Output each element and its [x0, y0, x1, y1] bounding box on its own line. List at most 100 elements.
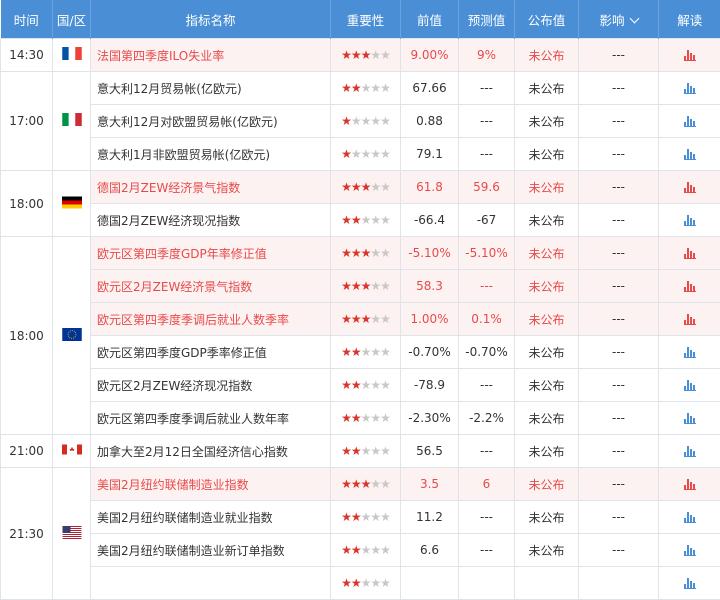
bar-chart-icon[interactable]: [684, 347, 696, 358]
forecast-value: -5.10%: [459, 237, 515, 270]
indicator-name[interactable]: 法国第四季度ILO失业率: [91, 39, 331, 72]
bar-chart-icon[interactable]: [684, 215, 696, 226]
analysis-cell[interactable]: [659, 204, 720, 237]
analysis-cell[interactable]: [659, 72, 720, 105]
analysis-cell[interactable]: [659, 237, 720, 270]
analysis-cell[interactable]: [659, 303, 720, 336]
previous-value: 3.5: [401, 468, 459, 501]
indicator-name[interactable]: 欧元区第四季度季调后就业人数年率: [91, 402, 331, 435]
bar-chart-icon[interactable]: [684, 578, 696, 589]
bar-chart-icon[interactable]: [684, 281, 696, 292]
previous-value: 11.2: [401, 501, 459, 534]
published-value: 未公布: [515, 336, 579, 369]
analysis-cell[interactable]: [659, 369, 720, 402]
analysis-cell[interactable]: [659, 402, 720, 435]
chevron-down-icon[interactable]: [629, 13, 639, 23]
star-icon: ★: [380, 411, 390, 425]
star-icon: ★: [341, 543, 351, 557]
analysis-cell[interactable]: [659, 39, 720, 72]
indicator-name[interactable]: 欧元区2月ZEW经济现况指数: [91, 369, 331, 402]
bar-chart-icon[interactable]: [684, 380, 696, 391]
indicator-name[interactable]: 美国2月纽约联储制造业就业指数: [91, 501, 331, 534]
bar-chart-icon[interactable]: [684, 182, 696, 193]
table-row[interactable]: 欧元区第四季度季调后就业人数年率★★★★★-2.30%-2.2%未公布---: [1, 402, 720, 435]
star-icon: ★: [380, 246, 390, 260]
indicator-name[interactable]: 意大利1月非欧盟贸易帐(亿欧元): [91, 138, 331, 171]
table-row[interactable]: 21:30美国2月纽约联储制造业指数★★★★★3.56未公布---: [1, 468, 720, 501]
event-time: 18:00: [1, 171, 53, 237]
bar-chart-icon[interactable]: [684, 512, 696, 523]
table-row[interactable]: 17:00意大利12月贸易帐(亿欧元)★★★★★67.66---未公布---: [1, 72, 720, 105]
star-icon: ★: [351, 81, 361, 95]
published-value: 未公布: [515, 105, 579, 138]
analysis-cell[interactable]: [659, 105, 720, 138]
bar-chart-icon[interactable]: [684, 50, 696, 61]
indicator-name[interactable]: 美国2月纽约联储制造业新订单指数: [91, 534, 331, 567]
indicator-name[interactable]: 欧元区2月ZEW经济景气指数: [91, 270, 331, 303]
indicator-name[interactable]: 意大利12月贸易帐(亿欧元): [91, 72, 331, 105]
table-row[interactable]: 美国2月纽约联储制造业就业指数★★★★★11.2---未公布---: [1, 501, 720, 534]
table-row[interactable]: 欧元区第四季度季调后就业人数季率★★★★★1.00%0.1%未公布---: [1, 303, 720, 336]
star-icon: ★: [361, 477, 371, 491]
table-row[interactable]: ★★★★★: [1, 567, 720, 600]
table-header-row: 时间 国/区 指标名称 重要性 前值 预测值 公布值 影响 解读: [1, 0, 720, 39]
table-row[interactable]: 欧元区2月ZEW经济现况指数★★★★★-78.9---未公布---: [1, 369, 720, 402]
bar-chart-icon[interactable]: [684, 314, 696, 325]
forecast-value: 0.1%: [459, 303, 515, 336]
analysis-cell[interactable]: [659, 171, 720, 204]
star-icon: ★: [370, 114, 380, 128]
bar-chart-icon[interactable]: [684, 149, 696, 160]
impact-value: ---: [579, 270, 659, 303]
importance-stars: ★★★★★: [341, 510, 390, 524]
importance-stars: ★★★★★: [341, 411, 390, 425]
header-analysis: 解读: [659, 0, 720, 39]
table-row[interactable]: 18:00欧元区第四季度GDP年率修正值★★★★★-5.10%-5.10%未公布…: [1, 237, 720, 270]
analysis-cell[interactable]: [659, 336, 720, 369]
indicator-name[interactable]: 德国2月ZEW经济现况指数: [91, 204, 331, 237]
analysis-cell[interactable]: [659, 435, 720, 468]
table-row[interactable]: 意大利1月非欧盟贸易帐(亿欧元)★★★★★79.1---未公布---: [1, 138, 720, 171]
table-row[interactable]: 意大利12月对欧盟贸易帐(亿欧元)★★★★★0.88---未公布---: [1, 105, 720, 138]
bar-chart-icon[interactable]: [684, 83, 696, 94]
indicator-name[interactable]: 意大利12月对欧盟贸易帐(亿欧元): [91, 105, 331, 138]
analysis-cell[interactable]: [659, 501, 720, 534]
forecast-value: ---: [459, 435, 515, 468]
table-row[interactable]: 14:30法国第四季度ILO失业率★★★★★9.00%9%未公布---: [1, 39, 720, 72]
table-row[interactable]: 德国2月ZEW经济现况指数★★★★★-66.4-67未公布---: [1, 204, 720, 237]
header-impact[interactable]: 影响: [579, 0, 659, 39]
header-time: 时间: [1, 0, 53, 39]
star-icon: ★: [341, 246, 351, 260]
indicator-name[interactable]: 欧元区第四季度GDP年率修正值: [91, 237, 331, 270]
star-icon: ★: [380, 312, 390, 326]
analysis-cell[interactable]: [659, 270, 720, 303]
table-row[interactable]: 美国2月纽约联储制造业新订单指数★★★★★6.6---未公布---: [1, 534, 720, 567]
analysis-cell[interactable]: [659, 567, 720, 600]
published-value: 未公布: [515, 39, 579, 72]
bar-chart-icon[interactable]: [684, 446, 696, 457]
indicator-name[interactable]: 加拿大至2月12日全国经济信心指数: [91, 435, 331, 468]
impact-value: ---: [579, 435, 659, 468]
bar-chart-icon[interactable]: [684, 479, 696, 490]
impact-value: ---: [579, 369, 659, 402]
table-row[interactable]: 欧元区第四季度GDP季率修正值★★★★★-0.70%-0.70%未公布---: [1, 336, 720, 369]
table-row[interactable]: 欧元区2月ZEW经济景气指数★★★★★58.3---未公布---: [1, 270, 720, 303]
bar-chart-icon[interactable]: [684, 413, 696, 424]
table-row[interactable]: 18:00德国2月ZEW经济景气指数★★★★★61.859.6未公布---: [1, 171, 720, 204]
bar-chart-icon[interactable]: [684, 116, 696, 127]
analysis-cell[interactable]: [659, 138, 720, 171]
indicator-name[interactable]: 欧元区第四季度GDP季率修正值: [91, 336, 331, 369]
indicator-name[interactable]: 德国2月ZEW经济景气指数: [91, 171, 331, 204]
bar-chart-icon[interactable]: [684, 248, 696, 259]
bar-chart-icon[interactable]: [684, 545, 696, 556]
importance-cell: ★★★★★: [331, 435, 401, 468]
table-row[interactable]: 21:00加拿大至2月12日全国经济信心指数★★★★★56.5---未公布---: [1, 435, 720, 468]
published-value: 未公布: [515, 369, 579, 402]
header-importance[interactable]: 重要性: [331, 0, 401, 39]
germany-flag: [53, 171, 91, 237]
analysis-cell[interactable]: [659, 468, 720, 501]
indicator-name[interactable]: 欧元区第四季度季调后就业人数季率: [91, 303, 331, 336]
analysis-cell[interactable]: [659, 534, 720, 567]
indicator-name[interactable]: [91, 567, 331, 600]
importance-stars: ★★★★★: [341, 180, 390, 194]
indicator-name[interactable]: 美国2月纽约联储制造业指数: [91, 468, 331, 501]
